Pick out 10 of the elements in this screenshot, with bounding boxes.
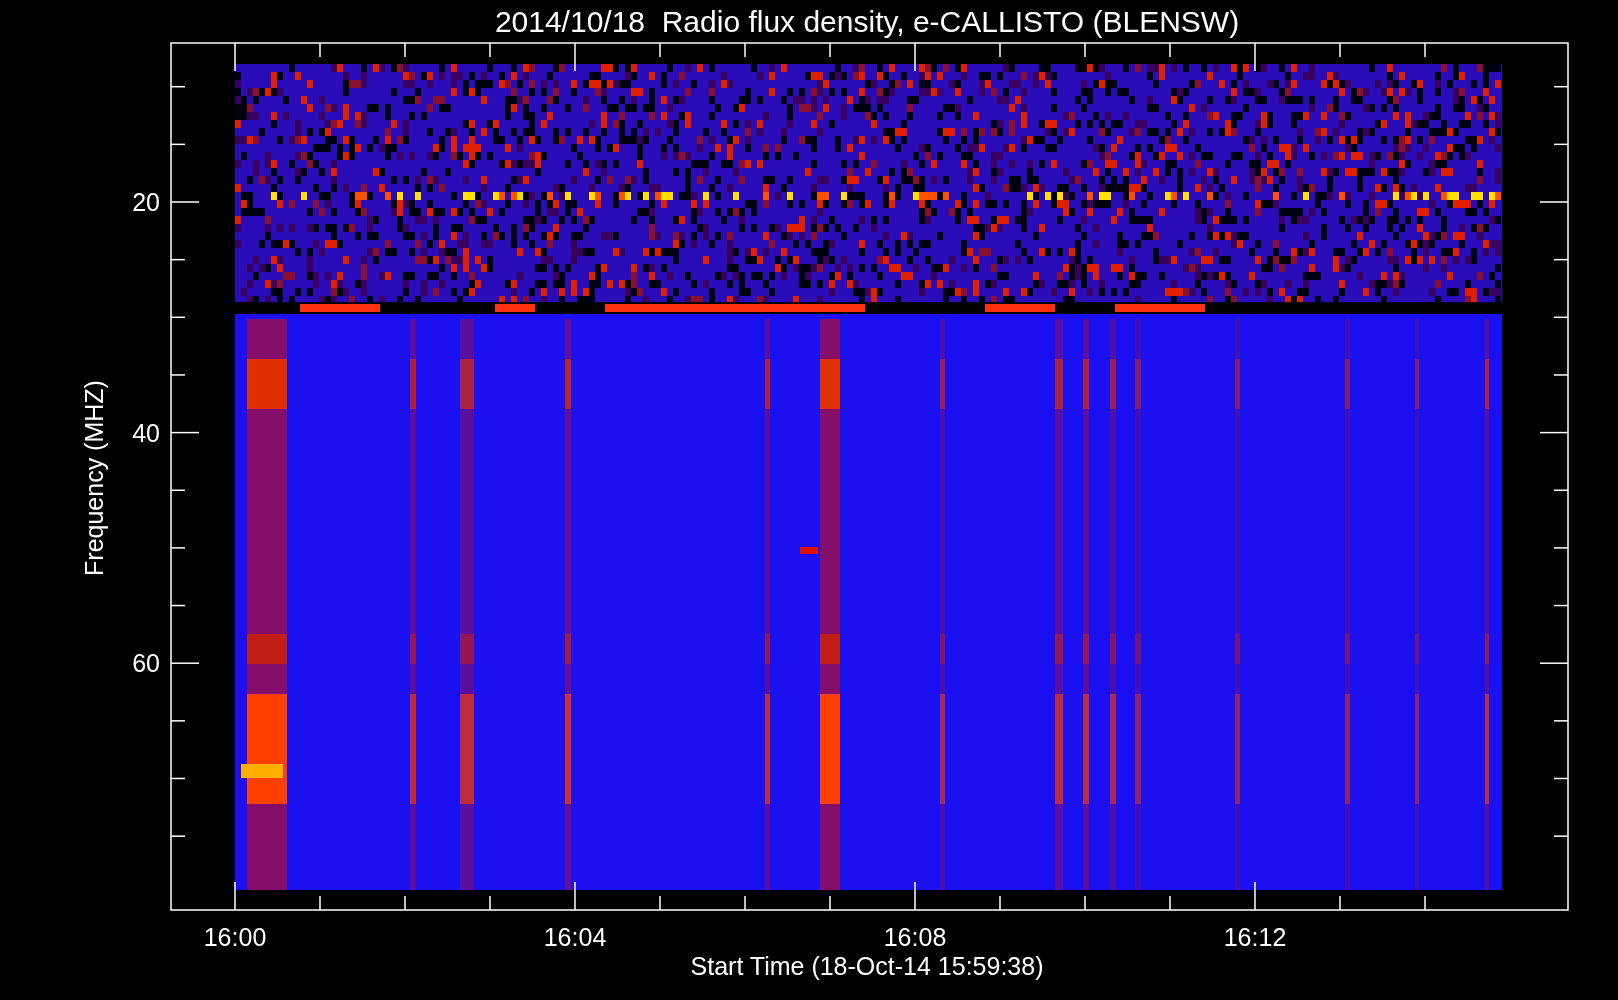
y-tick-label: 60 [132, 649, 160, 678]
x-tick-label: 16:08 [883, 923, 947, 951]
y-axis-label: Frequency (MHZ) [80, 380, 108, 576]
y-tick-label: 20 [132, 188, 160, 216]
x-axis-label: Start Time (18-Oct-14 15:59:38) [690, 952, 1044, 980]
x-tick-label: 16:04 [543, 923, 607, 951]
x-tick-label: 16:12 [1223, 923, 1287, 951]
x-tick-label: 16:00 [203, 923, 267, 951]
y-tick-label: 40 [132, 418, 160, 447]
plot-title: 2014/10/18 Radio flux density, e-CALLISTO (BLENSW) [494, 5, 1240, 38]
